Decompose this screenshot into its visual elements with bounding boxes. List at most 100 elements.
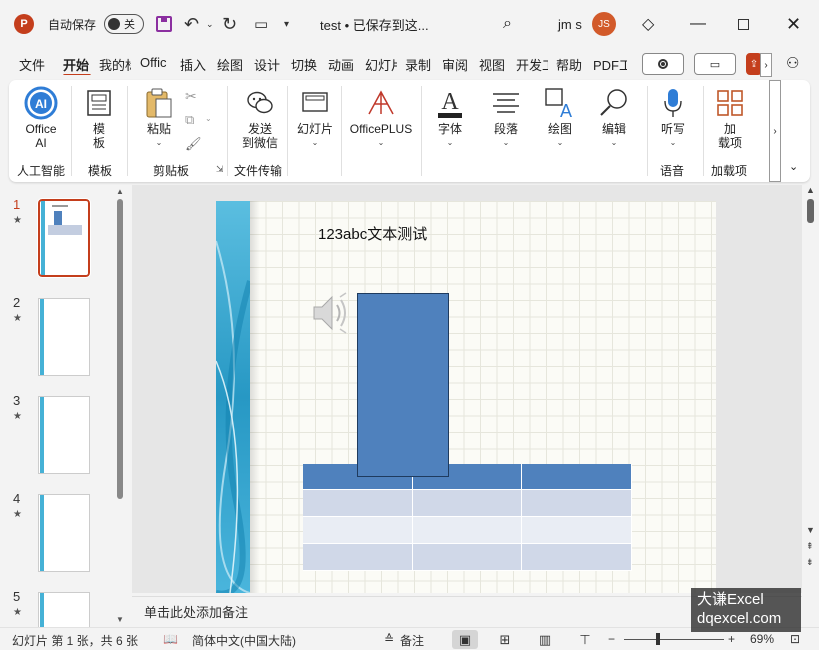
- slide-thumbnail-2[interactable]: [38, 298, 90, 376]
- language-indicator[interactable]: 简体中文(中国大陆): [192, 632, 296, 649]
- next-slide-icon[interactable]: ⇟: [806, 557, 814, 568]
- dictate-dropdown-icon[interactable]: ⌄: [670, 136, 677, 150]
- minimize-button[interactable]: —: [690, 0, 706, 48]
- clipboard-launcher-icon[interactable]: ⇲: [216, 164, 224, 175]
- slide-thumbnail-3[interactable]: [38, 396, 90, 474]
- cut-icon[interactable]: ✂: [185, 88, 197, 105]
- font-button[interactable]: A 字体 ⌄: [429, 86, 471, 150]
- drawing-button[interactable]: A 绘图 ⌄: [539, 86, 581, 150]
- previous-slide-icon[interactable]: ⇞: [806, 541, 814, 552]
- reading-view-icon[interactable]: ▥: [532, 630, 558, 649]
- canvas-scrollbar[interactable]: ▲ ▼ ⇞ ⇟: [802, 185, 819, 625]
- tab-developer[interactable]: 开发工: [516, 55, 548, 75]
- ribbon-scroll-right-icon[interactable]: ›: [769, 80, 781, 182]
- fit-to-window-icon[interactable]: ⊡: [790, 632, 800, 646]
- slide-sorter-view-icon[interactable]: ⊞: [492, 630, 518, 649]
- normal-view-icon[interactable]: ▣: [452, 630, 478, 649]
- document-title[interactable]: test • 已保存到这...: [320, 0, 429, 48]
- tab-record[interactable]: 录制: [405, 55, 433, 75]
- premium-diamond-icon[interactable]: ◇: [642, 0, 654, 48]
- notes-button[interactable]: 备注: [400, 632, 424, 649]
- comments-button[interactable]: ▭: [694, 53, 736, 75]
- paste-button[interactable]: 粘贴 ⌄: [139, 86, 179, 150]
- copy-icon[interactable]: ⧉: [185, 112, 194, 128]
- user-name[interactable]: jm s: [558, 0, 582, 48]
- slide[interactable]: 123abc文本测试: [216, 201, 716, 593]
- copy-dropdown-icon[interactable]: ⌄: [205, 114, 212, 123]
- undo-icon[interactable]: ↶: [184, 0, 199, 48]
- zoom-level[interactable]: 69%: [750, 632, 774, 646]
- present-from-start-icon[interactable]: ▭: [254, 0, 268, 48]
- slide-table[interactable]: [303, 464, 632, 571]
- table-cell[interactable]: [412, 489, 523, 517]
- tab-home[interactable]: 开始: [63, 55, 91, 75]
- canvas-scroll-thumb[interactable]: [807, 199, 814, 223]
- paste-dropdown-icon[interactable]: ⌄: [156, 136, 163, 150]
- avatar[interactable]: JS: [592, 0, 616, 48]
- spelling-check-icon[interactable]: 📖: [163, 632, 178, 646]
- audio-speaker-icon[interactable]: [310, 291, 356, 338]
- search-icon[interactable]: ⌕: [503, 0, 512, 48]
- slides-dropdown-icon[interactable]: ⌄: [312, 136, 319, 150]
- redo-icon[interactable]: ↻: [222, 0, 237, 48]
- close-button[interactable]: ✕: [786, 0, 801, 48]
- tab-office[interactable]: Offic: [140, 55, 172, 75]
- record-button[interactable]: [642, 53, 684, 75]
- editing-button[interactable]: 编辑 ⌄: [593, 86, 635, 150]
- scroll-up-icon[interactable]: ▲: [806, 185, 815, 195]
- zoom-in-button[interactable]: +: [728, 632, 735, 646]
- officeplus-button[interactable]: OfficePLUS ⌄: [347, 86, 415, 150]
- editing-dropdown-icon[interactable]: ⌄: [611, 136, 618, 150]
- tab-view[interactable]: 视图: [479, 55, 507, 75]
- tab-review[interactable]: 审阅: [442, 55, 470, 75]
- tab-file[interactable]: 文件: [19, 55, 47, 75]
- table-cell[interactable]: [521, 516, 632, 544]
- paragraph-dropdown-icon[interactable]: ⌄: [503, 136, 510, 150]
- paragraph-button[interactable]: 段落 ⌄: [485, 86, 527, 150]
- table-cell[interactable]: [521, 464, 632, 490]
- customize-qat-icon[interactable]: ▾: [284, 0, 289, 48]
- tab-draw[interactable]: 绘图: [217, 55, 245, 75]
- slide-thumbnail-1[interactable]: [37, 198, 91, 278]
- coauthor-icon[interactable]: ⚇: [786, 54, 799, 72]
- drawing-dropdown-icon[interactable]: ⌄: [557, 136, 564, 150]
- scroll-down-icon[interactable]: ▼: [116, 615, 124, 624]
- thumbnail-scroll-thumb[interactable]: [117, 199, 123, 499]
- undo-dropdown-icon[interactable]: ⌄: [206, 0, 214, 48]
- zoom-out-button[interactable]: −: [608, 632, 615, 646]
- tab-insert[interactable]: 插入: [180, 55, 208, 75]
- maximize-button[interactable]: [738, 0, 749, 48]
- dictate-button[interactable]: 听写 ⌄: [653, 86, 693, 150]
- table-cell[interactable]: [412, 516, 523, 544]
- zoom-slider-track[interactable]: [624, 639, 724, 640]
- slide-title-text[interactable]: 123abc文本测试: [318, 223, 427, 244]
- tab-scroll-right-icon[interactable]: ›: [760, 53, 772, 77]
- table-cell[interactable]: [521, 489, 632, 517]
- save-icon[interactable]: [156, 0, 172, 48]
- scroll-up-icon[interactable]: ▲: [116, 187, 124, 196]
- tab-help[interactable]: 帮助: [556, 55, 584, 75]
- table-cell[interactable]: [303, 516, 413, 544]
- table-cell[interactable]: [412, 543, 523, 571]
- tab-slideshow[interactable]: 幻灯片: [365, 55, 397, 75]
- slide-thumbnail-4[interactable]: [38, 494, 90, 572]
- slide-editing-canvas[interactable]: 123abc文本测试: [132, 185, 802, 593]
- officeplus-dropdown-icon[interactable]: ⌄: [378, 136, 385, 150]
- autosave-toggle[interactable]: 关: [104, 0, 144, 48]
- blue-rectangle-shape[interactable]: [357, 293, 449, 477]
- font-dropdown-icon[interactable]: ⌄: [447, 136, 454, 150]
- collapse-ribbon-icon[interactable]: ⌄: [789, 160, 798, 173]
- tab-animations[interactable]: 动画: [328, 55, 356, 75]
- tab-design[interactable]: 设计: [254, 55, 282, 75]
- scroll-down-icon[interactable]: ▼: [806, 525, 815, 535]
- tab-transitions[interactable]: 切换: [291, 55, 319, 75]
- office-ai-button[interactable]: AI Office AI: [17, 86, 65, 150]
- send-to-wechat-button[interactable]: 发送 到微信: [237, 86, 283, 150]
- slideshow-view-icon[interactable]: ⊤: [572, 630, 598, 649]
- slide-thumbnail-5[interactable]: [38, 592, 90, 628]
- notes-icon[interactable]: ≙: [384, 632, 394, 646]
- table-cell[interactable]: [303, 489, 413, 517]
- table-cell[interactable]: [521, 543, 632, 571]
- format-painter-icon[interactable]: 🖌: [185, 136, 202, 152]
- thumbnail-scrollbar[interactable]: ▲ ▼: [114, 187, 126, 627]
